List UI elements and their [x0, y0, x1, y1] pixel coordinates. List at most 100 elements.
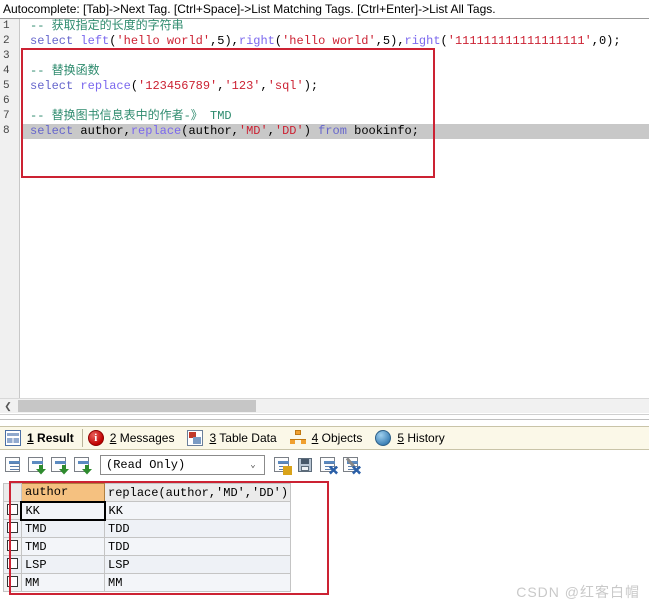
code-line[interactable]	[21, 94, 649, 109]
tab-text: Result	[37, 431, 74, 445]
line-number: 1	[3, 20, 10, 32]
table-row[interactable]: TMD TDD	[3, 537, 291, 556]
column-header-replace[interactable]: replace(author,'MD','DD')	[104, 483, 291, 502]
result-toolbar[interactable]: (Read Only) ⌄	[0, 451, 649, 478]
grid-view-button[interactable]	[3, 455, 23, 475]
line-number: 2	[3, 35, 10, 47]
tab-label: 3 Table Data	[209, 431, 276, 445]
code-line[interactable]: -- 替换图书信息表中的作者-》 TMD	[21, 109, 649, 124]
line-number: 6	[3, 95, 10, 107]
row-select-cell[interactable]	[3, 501, 22, 520]
code-token: ,5),	[375, 34, 405, 48]
cell-author[interactable]: TMD	[20, 519, 106, 538]
column-header-author[interactable]: author	[20, 483, 106, 502]
code-token: 'DD'	[274, 124, 304, 138]
code-line[interactable]: select replace('123456789','123','sql');	[21, 79, 649, 94]
code-token: (	[274, 34, 283, 48]
tab-accesskey: 1	[27, 431, 34, 445]
code-area[interactable]: -- 获取指定的长度的字符串 select left('hello world',…	[21, 19, 649, 398]
table-icon	[187, 430, 204, 446]
tab-accesskey: 3	[209, 431, 217, 445]
clear-button[interactable]	[341, 455, 361, 475]
tab-result[interactable]: 1 Result	[0, 427, 82, 449]
export-row-button[interactable]	[26, 455, 46, 475]
code-token: '123'	[224, 79, 261, 93]
code-line[interactable]: select left('hello world',5),right('hell…	[21, 34, 649, 49]
code-line[interactable]	[21, 49, 649, 64]
code-line[interactable]: select author,replace(author,'MD','DD') …	[21, 124, 649, 139]
row-checkbox[interactable]	[7, 522, 18, 533]
info-icon: i	[87, 430, 104, 446]
cell-replace-result[interactable]: KK	[104, 501, 291, 520]
result-mode-select[interactable]: (Read Only) ⌄	[100, 454, 265, 475]
tab-text: Objects	[321, 431, 363, 445]
line-number: 7	[3, 110, 10, 122]
cell-author[interactable]: TMD	[20, 537, 106, 556]
cell-replace-result[interactable]: LSP	[104, 555, 291, 574]
code-token: '111111111111111111'	[447, 34, 592, 48]
export-selection-button[interactable]	[49, 455, 69, 475]
code-token: ,	[260, 79, 268, 93]
sql-editor[interactable]: 12345678 -- 获取指定的长度的字符串 select left('hell…	[0, 18, 649, 398]
result-grid-body[interactable]: KK KK TMD TDD TMD TDD LSP LSP MM MM	[3, 500, 291, 592]
add-row-button[interactable]	[272, 455, 292, 475]
code-token: select	[30, 79, 81, 93]
table-row[interactable]: MM MM	[3, 573, 291, 592]
tab-messages[interactable]: i2 Messages	[83, 427, 183, 449]
code-token: right	[404, 34, 441, 48]
chevron-down-icon[interactable]: ⌄	[246, 456, 260, 474]
code-token: select	[30, 34, 81, 48]
code-line[interactable]: -- 替换函数	[21, 64, 649, 79]
divider-secondary	[0, 419, 649, 420]
table-row[interactable]: TMD TDD	[3, 519, 291, 538]
code-line[interactable]: -- 获取指定的长度的字符串	[21, 19, 649, 34]
row-checkbox[interactable]	[7, 576, 18, 587]
code-token: -- 替换图书信息表中的作者-》 TMD	[30, 109, 232, 123]
delete-row-button[interactable]	[318, 455, 338, 475]
tab-history[interactable]: 5 History	[370, 427, 452, 449]
tab-text: Table Data	[219, 431, 277, 445]
tab-label: 1 Result	[27, 431, 74, 445]
code-token: (author,	[181, 124, 239, 138]
row-checkbox[interactable]	[7, 540, 18, 551]
code-token: author,	[80, 124, 131, 138]
export-all-button[interactable]	[72, 455, 92, 475]
tab-accesskey: 2	[109, 431, 117, 445]
row-select-cell[interactable]	[3, 573, 22, 592]
code-token: )	[303, 124, 319, 138]
tab-objects[interactable]: 4 Objects	[285, 427, 371, 449]
csdn-watermark: CSDN @红客白帽	[516, 584, 640, 600]
row-select-cell[interactable]	[3, 519, 22, 538]
editor-horizontal-scrollbar[interactable]: ❮	[0, 398, 649, 413]
cell-replace-result[interactable]: TDD	[104, 537, 291, 556]
cell-replace-result[interactable]: TDD	[104, 519, 291, 538]
code-token: ,0);	[591, 34, 621, 48]
row-select-cell[interactable]	[3, 537, 22, 556]
save-button[interactable]	[295, 455, 315, 475]
scrollbar-thumb[interactable]	[18, 400, 256, 412]
table-row[interactable]: LSP LSP	[3, 555, 291, 574]
result-grid[interactable]: author replace(author,'MD','DD') KK KK TMD…	[3, 483, 291, 592]
code-token: 'sql'	[267, 79, 304, 93]
line-number: 8	[3, 125, 10, 137]
cell-author[interactable]: LSP	[20, 555, 106, 574]
cell-author[interactable]: KK	[20, 500, 106, 521]
result-tab-bar[interactable]: 1 Result i 2 Messages 3 Table Data 4 Objects…	[0, 426, 649, 450]
row-select-cell[interactable]	[3, 555, 22, 574]
tab-text: History	[407, 431, 445, 445]
code-token: replace	[80, 79, 131, 93]
table-row[interactable]: KK KK	[3, 500, 291, 521]
code-token: 'hello world'	[116, 34, 211, 48]
grid-icon	[5, 430, 21, 446]
tab-table-data[interactable]: 3 Table Data	[182, 427, 284, 449]
row-checkbox[interactable]	[7, 558, 18, 569]
header-row: author replace(author,'MD','DD')	[3, 483, 291, 502]
scroll-left-arrow-icon[interactable]: ❮	[0, 399, 16, 413]
grid-sheet-icon	[5, 456, 20, 472]
select-all-header[interactable]	[3, 483, 22, 502]
cell-replace-result[interactable]: MM	[104, 573, 291, 592]
history-icon	[375, 430, 392, 446]
row-checkbox[interactable]	[7, 504, 18, 515]
cell-author[interactable]: MM	[20, 573, 106, 592]
result-grid-wrapper[interactable]: author replace(author,'MD','DD') KK KK TMD…	[3, 483, 291, 592]
